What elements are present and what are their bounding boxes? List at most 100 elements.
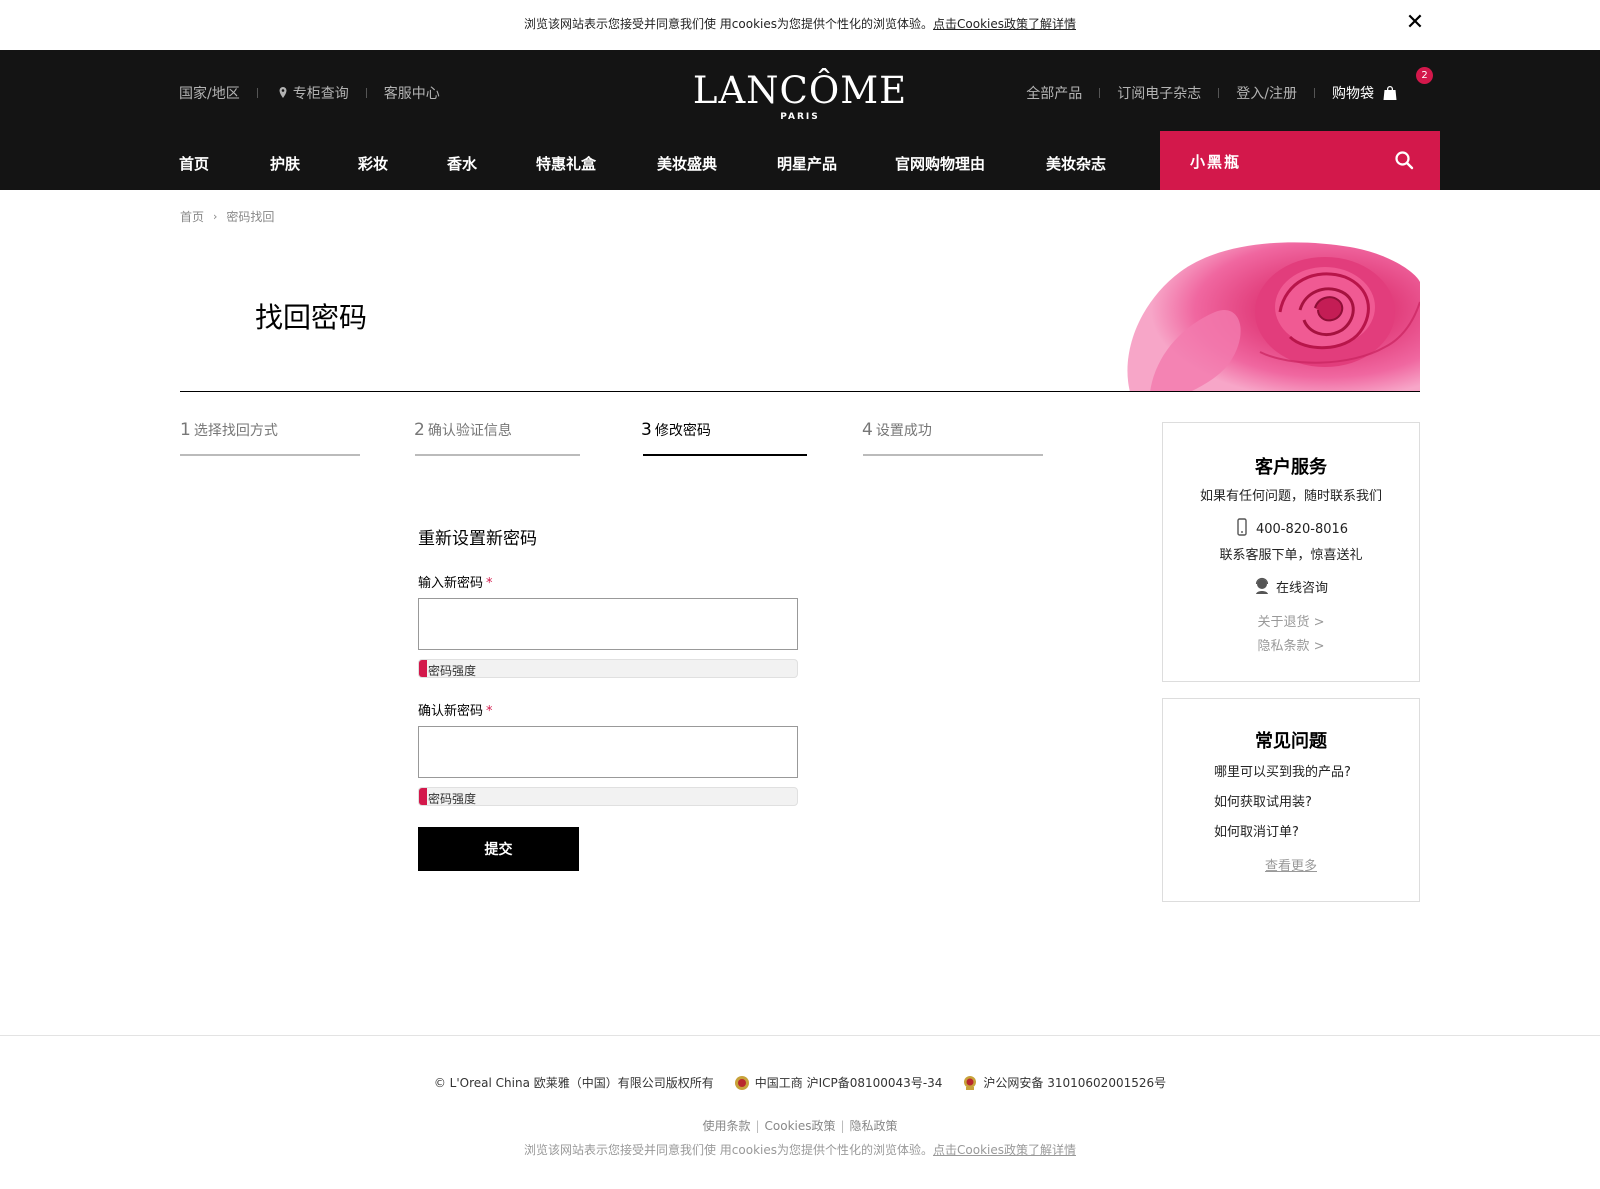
nav-item-star-products[interactable]: 明星产品 [777, 153, 837, 174]
divider [256, 88, 258, 98]
police-badge-icon[interactable] [962, 1075, 978, 1091]
shopping-bag-icon [1383, 86, 1397, 100]
new-password-label: 输入新密码 * [418, 572, 493, 591]
step-1-number: 1 [180, 420, 191, 440]
search-input[interactable] [1190, 149, 1390, 173]
nav-item-makeup[interactable]: 彩妆 [358, 153, 388, 174]
cookie-banner-text: 浏览该网站表示您接受并同意我们使 用cookies为您提供个性化的浏览体验。点击… [0, 15, 1600, 32]
confirm-password-label-text: 确认新密码 [418, 704, 484, 719]
footer-legal: © L'Oreal China 欧莱雅（中国）有限公司版权所有 中国工商 沪IC… [0, 1074, 1600, 1091]
step-3: 3 修改密码 [641, 420, 711, 440]
footer-divider [0, 1035, 1600, 1036]
business-license-icon[interactable] [734, 1075, 750, 1091]
required-mark: * [486, 704, 493, 719]
service-phone-number: 400-820-8016 [1255, 522, 1349, 537]
nav-item-fragrance[interactable]: 香水 [447, 153, 477, 174]
breadcrumb-current: 密码找回 [226, 210, 275, 224]
terms-of-use-link[interactable]: 使用条款 [702, 1119, 750, 1133]
footer-cookie-link[interactable]: 点击Cookies政策了解详情 [933, 1143, 1076, 1157]
icp-license-text[interactable]: 中国工商 沪ICP备08100043号-34 [755, 1074, 943, 1091]
location-pin-icon [279, 87, 287, 98]
view-more-link[interactable]: 查看更多 [1163, 855, 1419, 874]
returns-link[interactable]: 关于退货 > [1163, 611, 1419, 630]
divider: | [840, 1119, 845, 1133]
step-2-label: 确认验证信息 [427, 423, 512, 439]
step-4: 4 设置成功 [862, 420, 932, 440]
step-1-underline [180, 454, 360, 456]
faq-card-title: 常见问题 [1255, 731, 1327, 752]
customer-service-card: 客户服务 如果有任何问题，随时联系我们 400-820-8016 联系客服下单，… [1162, 422, 1420, 682]
faq-item[interactable]: 如何取消订单? [1214, 821, 1299, 840]
breadcrumb: 首页 › 密码找回 [180, 208, 274, 225]
divider [1314, 88, 1315, 98]
search-bar [1160, 131, 1440, 190]
strength-label: 密码强度 [428, 664, 477, 678]
faq-card: 常见问题 哪里可以买到我的产品? 如何获取试用装? 如何取消订单? 查看更多 [1162, 698, 1420, 902]
login-register-link[interactable]: 登入/注册 [1236, 83, 1297, 103]
nav-item-why-shop[interactable]: 官网购物理由 [895, 153, 985, 174]
close-icon[interactable]: ✕ [1404, 11, 1426, 35]
privacy-policy-link[interactable]: 隐私政策 [850, 1119, 898, 1133]
cart-count-badge: 2 [1416, 67, 1433, 84]
privacy-terms-link[interactable]: 隐私条款 > [1163, 635, 1419, 654]
service-phone-note: 联系客服下单，惊喜送礼 [1219, 548, 1363, 563]
copyright-text: © L'Oreal China 欧莱雅（中国）有限公司版权所有 [433, 1076, 714, 1090]
phone-icon [1237, 518, 1247, 536]
step-4-label: 设置成功 [875, 423, 932, 439]
shopping-bag-button[interactable]: 购物袋 2 [1332, 67, 1433, 103]
confirm-password-input[interactable] [418, 726, 798, 778]
chevron-right-icon: › [213, 210, 218, 223]
cookie-policy-link[interactable]: 点击Cookies政策了解详情 [933, 17, 1076, 31]
service-card-subtitle: 如果有任何问题，随时联系我们 [1199, 489, 1382, 504]
form-title: 重新设置新密码 [418, 529, 537, 549]
step-4-number: 4 [862, 420, 873, 440]
nav-item-beauty-event[interactable]: 美妆盛典 [657, 153, 717, 174]
step-3-underline [643, 454, 807, 456]
cookie-banner-message: 浏览该网站表示您接受并同意我们使 用cookies为您提供个性化的浏览体验。 [523, 17, 934, 31]
divider [1218, 88, 1220, 98]
search-icon[interactable] [1392, 148, 1416, 172]
nav-item-skincare[interactable]: 护肤 [270, 153, 300, 174]
cookies-policy-link[interactable]: Cookies政策 [765, 1119, 836, 1133]
police-record-text[interactable]: 沪公网安备 31010602001526号 [983, 1074, 1166, 1091]
newsletter-link[interactable]: 订阅电子杂志 [1117, 83, 1201, 103]
shopping-bag-label: 购物袋 [1332, 86, 1374, 102]
footer-cookie-notice: 浏览该网站表示您接受并同意我们使 用cookies为您提供个性化的浏览体验。点击… [0, 1141, 1600, 1158]
rose-banner-image [1120, 242, 1420, 392]
step-1-label: 选择找回方式 [193, 423, 278, 439]
service-phone[interactable]: 400-820-8016 [1163, 518, 1419, 537]
customer-service-link[interactable]: 客服中心 [384, 83, 440, 103]
faq-item[interactable]: 哪里可以买到我的产品? [1214, 761, 1351, 780]
footer-links: 使用条款 | Cookies政策 | 隐私政策 [0, 1117, 1600, 1134]
required-mark: * [486, 576, 493, 591]
banner-divider [180, 391, 1420, 392]
new-password-strength-meter: 密码强度 [418, 659, 798, 678]
utility-nav-right: 全部产品 订阅电子杂志 登入/注册 购物袋 2 [1026, 67, 1433, 103]
strength-fill [419, 788, 427, 805]
breadcrumb-home[interactable]: 首页 [180, 208, 204, 225]
new-password-label-text: 输入新密码 [418, 576, 484, 591]
step-4-underline [863, 454, 1043, 456]
store-locator-link[interactable]: 专柜查询 [293, 83, 349, 103]
utility-nav-left: 国家/地区 专柜查询 客服中心 [179, 83, 440, 103]
new-password-input[interactable] [418, 598, 798, 650]
nav-item-magazine[interactable]: 美妆杂志 [1046, 153, 1106, 174]
agent-icon [1255, 577, 1269, 594]
service-card-title: 客户服务 [1255, 457, 1327, 478]
nav-item-gift-sets[interactable]: 特惠礼盒 [536, 153, 596, 174]
all-products-link[interactable]: 全部产品 [1026, 83, 1082, 103]
online-consult-link[interactable]: 在线咨询 [1163, 577, 1419, 596]
submit-button[interactable]: 提交 [418, 827, 579, 871]
faq-item[interactable]: 如何获取试用装? [1214, 791, 1312, 810]
cookie-banner: 浏览该网站表示您接受并同意我们使 用cookies为您提供个性化的浏览体验。点击… [0, 0, 1600, 50]
nav-item-home[interactable]: 首页 [179, 153, 209, 174]
logo-brand: LANCÔME [692, 69, 908, 112]
lancome-logo[interactable]: LANCÔME PARIS [690, 69, 910, 123]
confirm-password-label: 确认新密码 * [418, 700, 493, 719]
divider [1099, 88, 1101, 98]
country-region-link[interactable]: 国家/地区 [179, 83, 240, 103]
divider [365, 88, 367, 98]
step-2-underline [415, 454, 580, 456]
step-1: 1 选择找回方式 [180, 420, 278, 440]
strength-label: 密码强度 [428, 792, 477, 806]
